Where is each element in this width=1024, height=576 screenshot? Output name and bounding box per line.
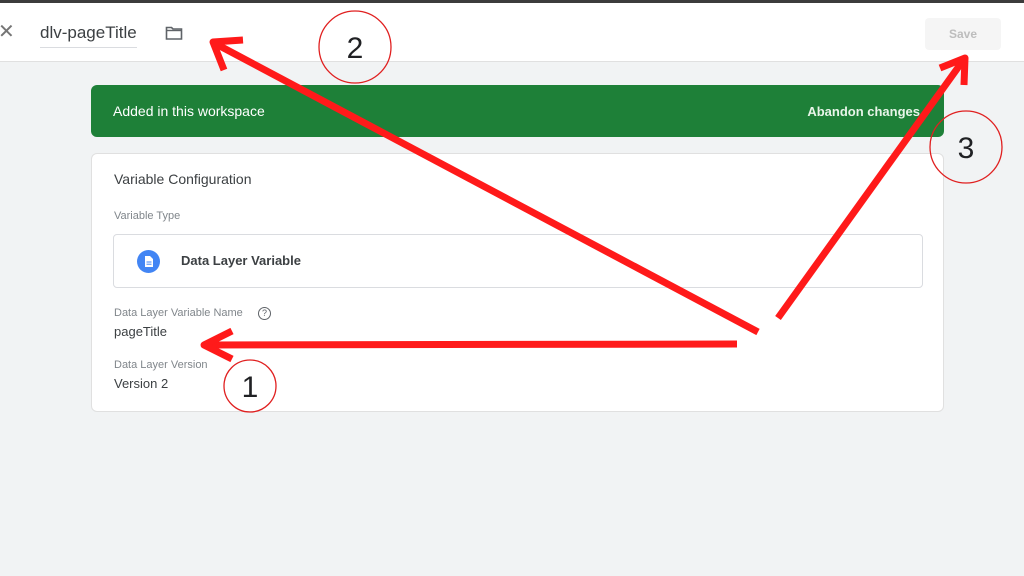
marker-3-label: 3: [958, 132, 975, 165]
variable-configuration-card: Variable Configuration Variable Type Dat…: [91, 153, 944, 412]
close-icon[interactable]: ✕: [0, 22, 16, 42]
document-icon: [137, 250, 160, 273]
banner-text: Added in this workspace: [113, 103, 265, 119]
card-title: Variable Configuration: [114, 171, 252, 187]
folder-icon[interactable]: [165, 25, 183, 41]
save-button[interactable]: Save: [925, 18, 1001, 50]
header-bar: ✕ dlv-pageTitle Save: [0, 3, 1024, 62]
help-icon[interactable]: ?: [258, 307, 271, 320]
variable-type-value: Data Layer Variable: [181, 253, 301, 268]
variable-type-label: Variable Type: [114, 210, 181, 222]
dlv-name-label: Data Layer Variable Name: [114, 307, 243, 319]
arrow-3-head: [938, 54, 969, 86]
dlv-version-label: Data Layer Version: [114, 359, 208, 371]
variable-type-selector[interactable]: Data Layer Variable: [113, 234, 923, 288]
dlv-version-value: Version 2: [114, 376, 169, 391]
abandon-changes-link[interactable]: Abandon changes: [807, 104, 920, 119]
workspace-status-banner: Added in this workspace Abandon changes: [91, 85, 944, 137]
dlv-name-value: pageTitle: [114, 324, 167, 339]
variable-name-title[interactable]: dlv-pageTitle: [40, 23, 137, 48]
